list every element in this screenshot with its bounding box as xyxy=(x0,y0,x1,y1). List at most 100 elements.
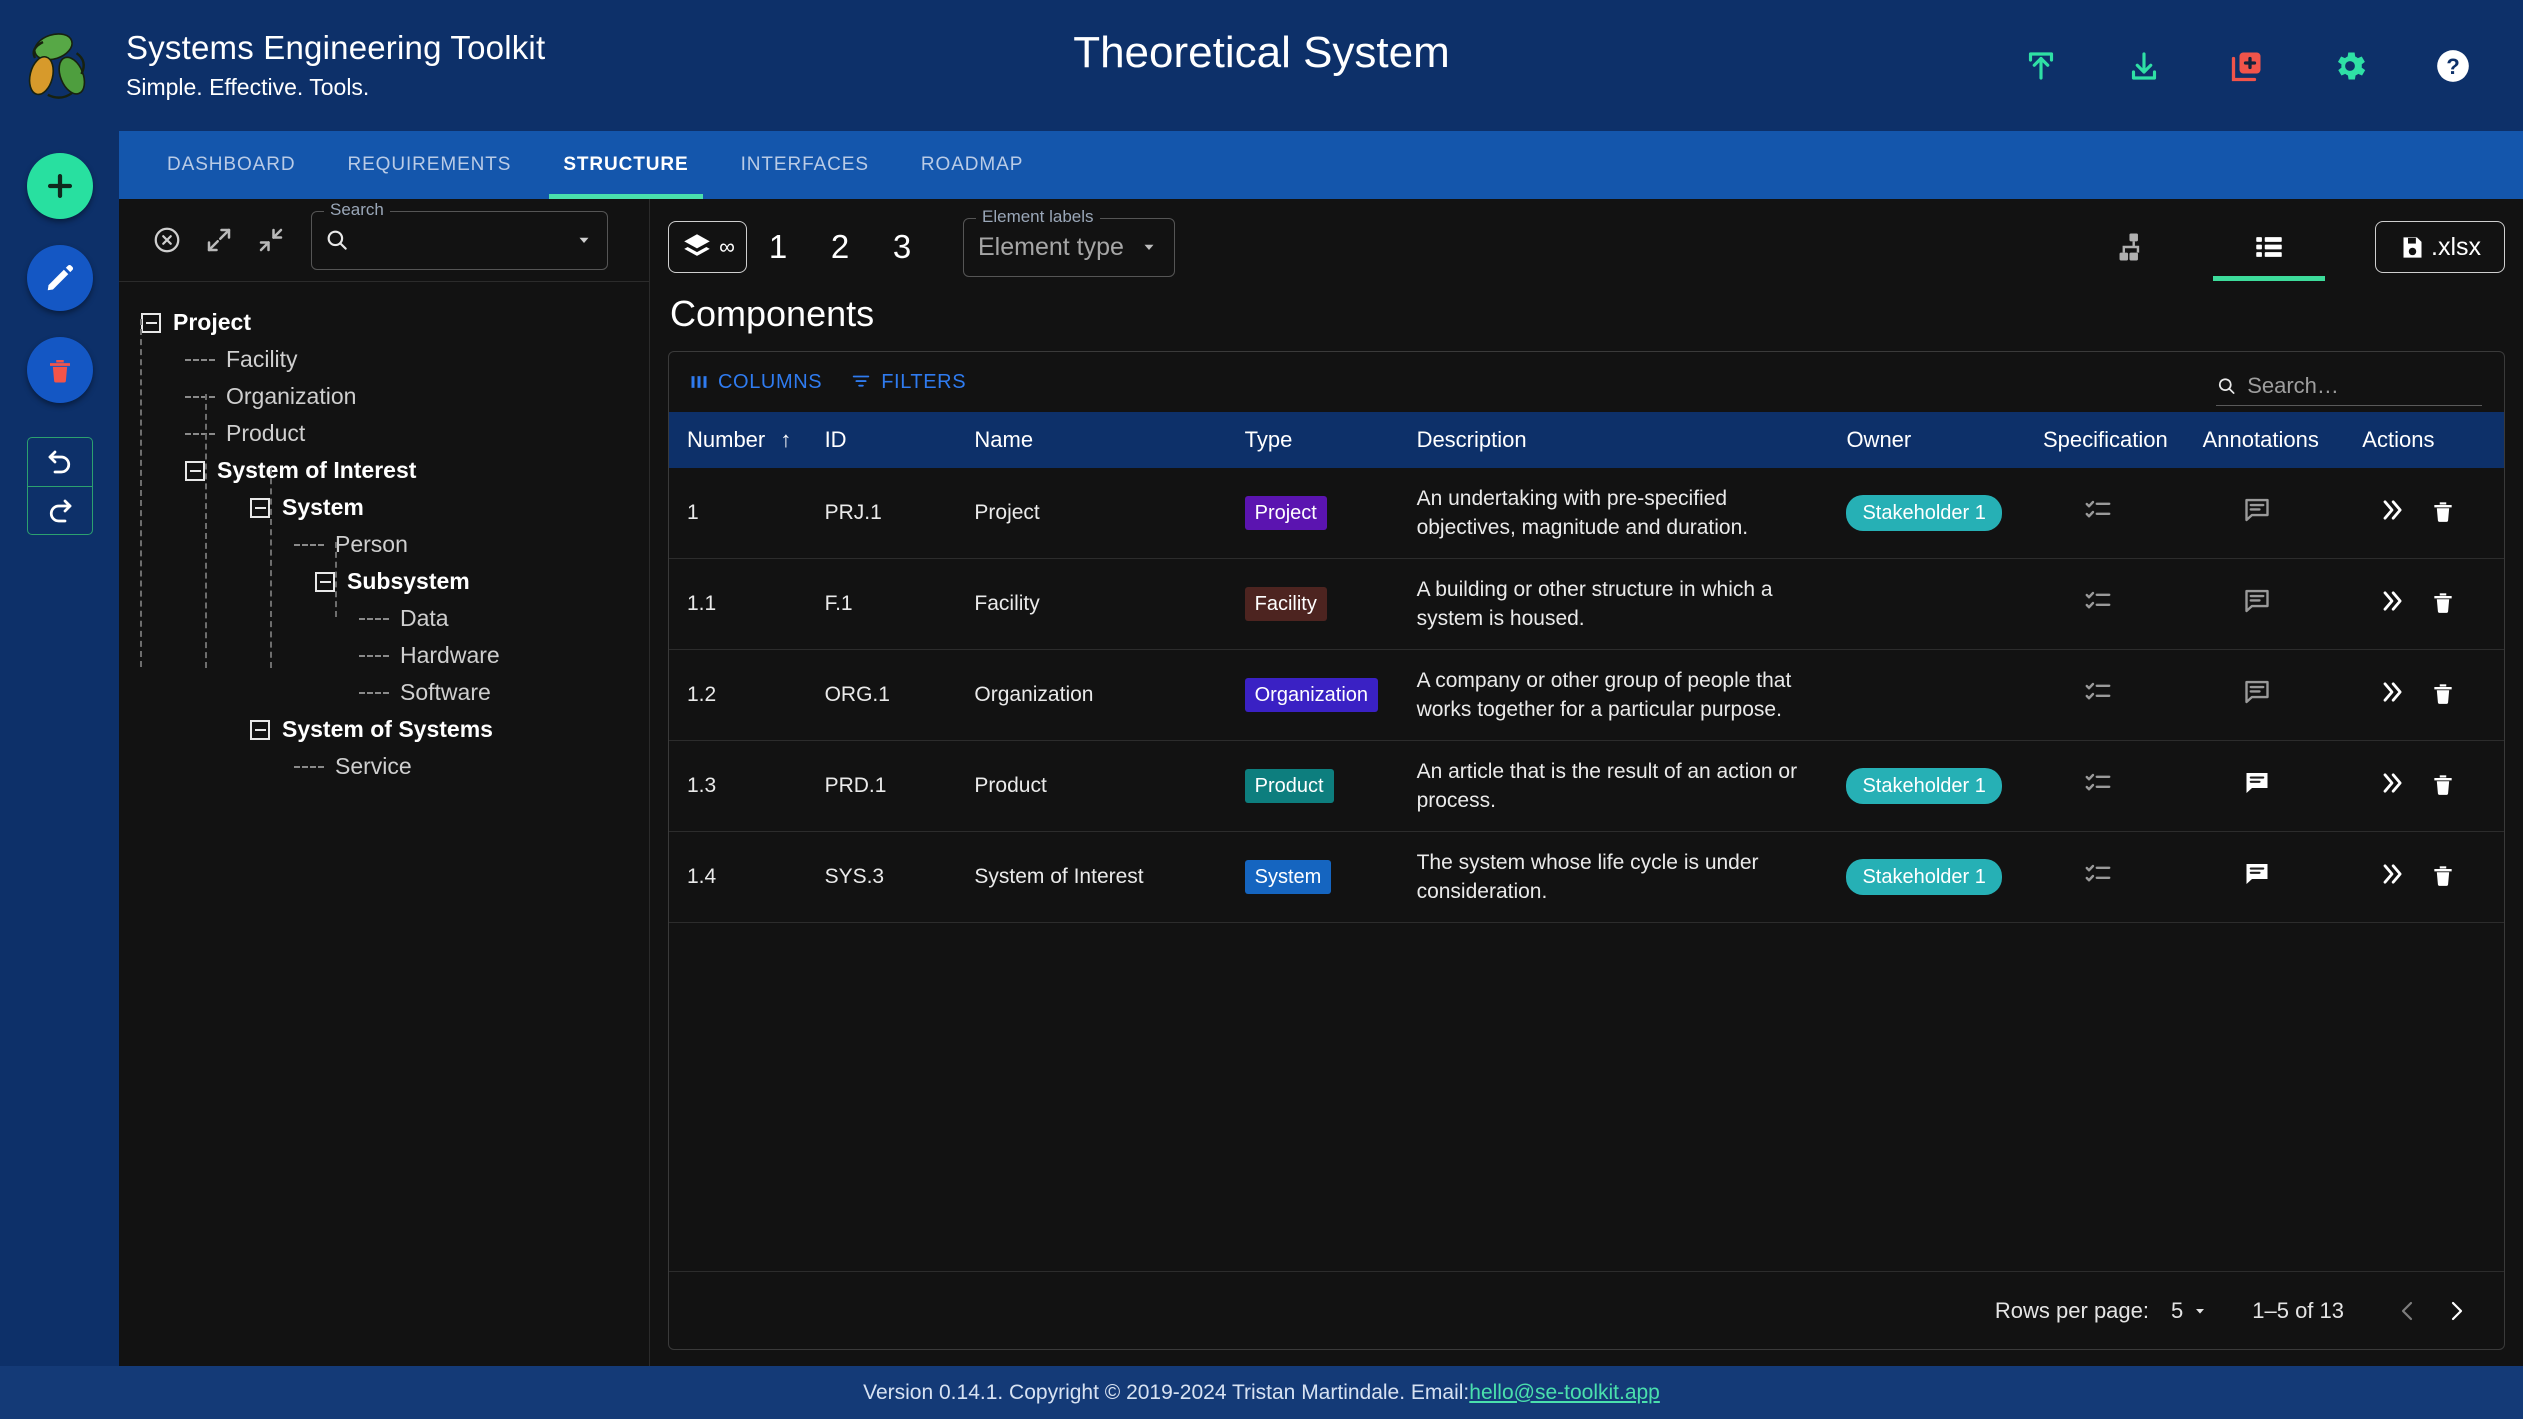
cell-actions[interactable] xyxy=(2344,831,2504,923)
new-document-icon[interactable] xyxy=(2227,46,2267,86)
column-header-owner[interactable]: Owner xyxy=(1828,412,2025,468)
cell-annotations[interactable] xyxy=(2184,468,2345,559)
open-details-icon[interactable] xyxy=(2378,587,2406,615)
cell-specification[interactable] xyxy=(2024,468,2185,559)
tree-search-field[interactable]: Search xyxy=(311,199,608,270)
cell-actions[interactable] xyxy=(2344,558,2504,650)
tab-structure[interactable]: STRUCTURE xyxy=(537,131,714,199)
depth-button-1[interactable]: 1 xyxy=(747,221,809,273)
checklist-icon[interactable] xyxy=(2083,495,2113,525)
grid-search-input[interactable] xyxy=(2247,372,2482,399)
collapse-toggle-icon[interactable] xyxy=(185,460,205,481)
open-details-icon[interactable] xyxy=(2378,496,2406,524)
add-button[interactable] xyxy=(26,153,93,219)
tab-interfaces[interactable]: INTERFACES xyxy=(715,131,895,199)
comment-list-icon[interactable] xyxy=(2242,859,2272,889)
tree-item-system-of-systems[interactable]: System of Systems xyxy=(141,711,649,748)
tree-item-person[interactable]: Person xyxy=(141,526,649,563)
delete-row-icon[interactable] xyxy=(2430,589,2456,615)
previous-page-button[interactable] xyxy=(2384,1287,2432,1335)
chevron-down-icon[interactable] xyxy=(575,231,593,249)
collapse-toggle-icon[interactable] xyxy=(250,497,270,518)
collapse-toggle-icon[interactable] xyxy=(141,312,161,333)
footer-email-link[interactable]: hello@se-toolkit.app xyxy=(1469,1381,1660,1405)
cell-annotations[interactable] xyxy=(2184,831,2345,923)
open-details-icon[interactable] xyxy=(2378,678,2406,706)
checklist-icon[interactable] xyxy=(2083,586,2113,616)
table-row[interactable]: 1.2 ORG.1 Organization Organization A co… xyxy=(669,649,2504,741)
column-header-description[interactable]: Description xyxy=(1398,412,1829,468)
cell-specification[interactable] xyxy=(2024,649,2185,741)
cell-actions[interactable] xyxy=(2344,468,2504,559)
tab-diagram-view[interactable] xyxy=(2065,213,2201,281)
collapse-toggle-icon[interactable] xyxy=(315,571,335,592)
next-page-button[interactable] xyxy=(2432,1287,2480,1335)
column-header-annotations[interactable]: Annotations xyxy=(2184,412,2345,468)
delete-button[interactable] xyxy=(26,337,93,403)
comment-list-icon[interactable] xyxy=(2242,677,2272,707)
download-icon[interactable] xyxy=(2124,46,2164,86)
checklist-icon[interactable] xyxy=(2083,768,2113,798)
columns-button[interactable]: COLUMNS xyxy=(689,371,822,394)
element-labels-select[interactable]: Element labels Element type xyxy=(963,206,1175,277)
table-row[interactable]: 1.1 F.1 Facility Facility A building or … xyxy=(669,558,2504,650)
tree-item-product[interactable]: Product xyxy=(141,415,649,452)
filters-button[interactable]: FILTERS xyxy=(850,371,966,394)
delete-row-icon[interactable] xyxy=(2430,862,2456,888)
undo-button[interactable] xyxy=(28,438,92,486)
column-header-specification[interactable]: Specification xyxy=(2024,412,2185,468)
cell-specification[interactable] xyxy=(2024,831,2185,923)
help-icon[interactable]: ? xyxy=(2433,46,2473,86)
tree-item-organization[interactable]: Organization xyxy=(141,378,649,415)
tree-item-subsystem[interactable]: Subsystem xyxy=(141,563,649,600)
tree-item-data[interactable]: Data xyxy=(141,600,649,637)
comment-list-icon[interactable] xyxy=(2242,586,2272,616)
settings-gear-icon[interactable] xyxy=(2330,46,2370,86)
cell-annotations[interactable] xyxy=(2184,649,2345,741)
cell-specification[interactable] xyxy=(2024,558,2185,650)
checklist-icon[interactable] xyxy=(2083,859,2113,889)
edit-button[interactable] xyxy=(26,245,93,311)
comment-list-icon[interactable] xyxy=(2242,495,2272,525)
table-row[interactable]: 1.4 SYS.3 System of Interest System The … xyxy=(669,831,2504,923)
upload-icon[interactable] xyxy=(2021,46,2061,86)
column-header-name[interactable]: Name xyxy=(956,412,1227,468)
depth-button-3[interactable]: 3 xyxy=(871,221,933,273)
tab-dashboard[interactable]: DASHBOARD xyxy=(141,131,321,199)
tree-item-project[interactable]: Project xyxy=(141,304,649,341)
open-details-icon[interactable] xyxy=(2378,860,2406,888)
tab-roadmap[interactable]: ROADMAP xyxy=(895,131,1049,199)
table-row[interactable]: 1.3 PRD.1 Product Product An article tha… xyxy=(669,740,2504,832)
table-row[interactable]: 1 PRJ.1 Project Project An undertaking w… xyxy=(669,468,2504,559)
cell-actions[interactable] xyxy=(2344,740,2504,832)
redo-button[interactable] xyxy=(27,486,92,534)
column-header-type[interactable]: Type xyxy=(1226,412,1399,468)
layers-depth-button[interactable]: ∞ xyxy=(668,221,747,273)
cell-annotations[interactable] xyxy=(2184,740,2345,832)
tab-table-view[interactable] xyxy=(2201,213,2337,281)
tab-requirements[interactable]: REQUIREMENTS xyxy=(321,131,537,199)
export-xlsx-button[interactable]: .xlsx xyxy=(2375,221,2505,273)
column-header-actions[interactable]: Actions xyxy=(2344,412,2504,468)
column-header-number[interactable]: Number ↑ xyxy=(669,412,807,468)
column-header-id[interactable]: ID xyxy=(806,412,957,468)
delete-row-icon[interactable] xyxy=(2430,771,2456,797)
cell-specification[interactable] xyxy=(2024,740,2185,832)
expand-all-icon[interactable] xyxy=(193,214,245,266)
collapse-all-icon[interactable] xyxy=(245,214,297,266)
tree-item-hardware[interactable]: Hardware xyxy=(141,637,649,674)
checklist-icon[interactable] xyxy=(2083,677,2113,707)
tree-item-service[interactable]: Service xyxy=(141,748,649,785)
cell-actions[interactable] xyxy=(2344,649,2504,741)
rows-per-page-select[interactable]: 5 xyxy=(2171,1298,2208,1324)
clear-selection-icon[interactable] xyxy=(141,214,193,266)
delete-row-icon[interactable] xyxy=(2430,498,2456,524)
tree-item-system[interactable]: System xyxy=(141,489,649,526)
comment-list-icon[interactable] xyxy=(2242,768,2272,798)
tree-item-software[interactable]: Software xyxy=(141,674,649,711)
depth-button-2[interactable]: 2 xyxy=(809,221,871,273)
grid-search-box[interactable] xyxy=(2216,366,2482,406)
tree-item-facility[interactable]: Facility xyxy=(141,341,649,378)
cell-annotations[interactable] xyxy=(2184,558,2345,650)
collapse-toggle-icon[interactable] xyxy=(250,719,270,740)
